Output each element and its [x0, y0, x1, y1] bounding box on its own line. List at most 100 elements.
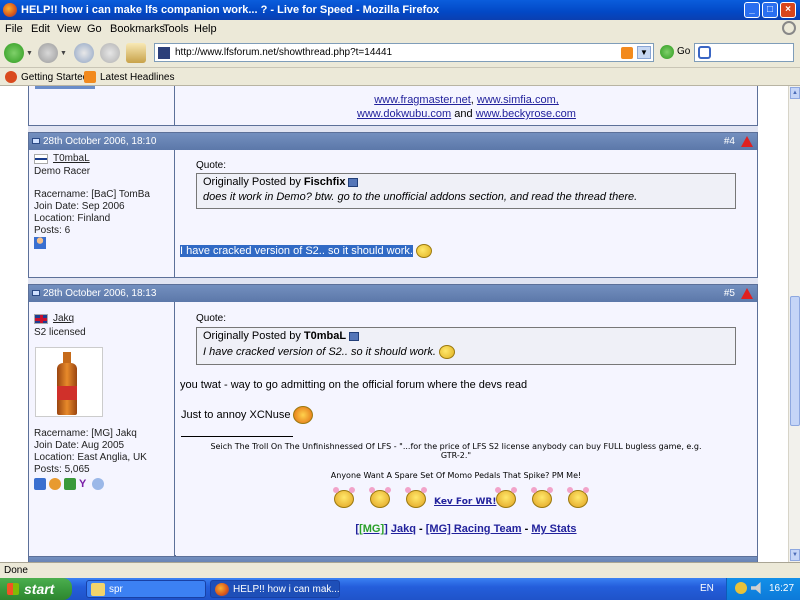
msn-icon[interactable] [92, 478, 104, 490]
menu-go[interactable]: Go [87, 23, 102, 35]
quote-label: Quote: [196, 160, 227, 171]
menu-view[interactable]: View [57, 23, 81, 35]
taskbar-item-spr[interactable]: spr [86, 580, 206, 598]
post-number-link[interactable]: #4 [724, 136, 735, 147]
system-tray: 16:27 [726, 578, 800, 600]
close-button[interactable]: × [780, 2, 796, 18]
menu-bar: File Edit View Go Bookmarks Tools Help [0, 20, 800, 38]
post-body: Quote: Originally Posted by T0mbaL I hav… [176, 302, 757, 556]
post-header: 28th October 2006, 18:13 #5 [29, 285, 757, 302]
link-simfia[interactable]: www.simfia.com, [477, 94, 559, 106]
user-status-icon[interactable] [34, 237, 46, 249]
stop-button[interactable] [100, 43, 120, 63]
icq-icon[interactable] [64, 478, 76, 490]
signature-line3: [[MG]] Jakq - [MG] Racing Team - My Stat… [176, 523, 756, 535]
post-count: Posts: 5,065 [34, 464, 90, 475]
link-dokwubu[interactable]: www.dokwubu.com [357, 108, 451, 120]
rss-feed-icon[interactable] [621, 47, 633, 59]
url-text[interactable]: http://www.lfsforum.net/showthread.php?t… [175, 47, 392, 58]
taskbar-item-label: HELP!! how i can mak... [233, 584, 340, 595]
tray-app-icon[interactable] [735, 582, 747, 594]
firefox-icon [3, 3, 17, 17]
menu-tools[interactable]: Tools [163, 23, 189, 35]
user-icons [35, 86, 95, 89]
online-status-icon[interactable] [49, 478, 61, 490]
user-rank: S2 licensed [34, 327, 86, 338]
home-button[interactable] [126, 43, 146, 63]
menu-edit[interactable]: Edit [31, 23, 50, 35]
bee-smiley-icon [405, 487, 427, 508]
kev-for-wr-link[interactable]: Kev For WR! [434, 497, 496, 507]
link-beckyrose[interactable]: www.beckyrose.com [476, 108, 576, 120]
join-date: Join Date: Aug 2005 [34, 440, 125, 451]
scroll-up-icon[interactable]: ▲ [790, 87, 800, 99]
reload-button[interactable] [74, 43, 94, 63]
bee-smiley-icon [333, 487, 355, 508]
forward-dropdown-icon[interactable]: ▼ [60, 50, 67, 57]
start-button[interactable]: start [0, 578, 72, 600]
sig-dash-2: - [524, 523, 529, 535]
mg-team-link[interactable]: [[MG]] [355, 523, 387, 535]
google-search-icon[interactable] [698, 46, 711, 59]
avatar-bottle-label [57, 386, 77, 400]
racername: Racername: [BaC] TomBa [34, 189, 150, 200]
signature-line1b: GTR-2." [440, 451, 472, 460]
signature-divider [181, 436, 293, 437]
join-date: Join Date: Sep 2006 [34, 201, 125, 212]
yahoo-icon[interactable]: Y [79, 478, 91, 490]
quote-box: Originally Posted by T0mbaL I have crack… [196, 327, 736, 365]
report-post-icon[interactable] [741, 288, 753, 299]
post-icon [32, 138, 40, 144]
scroll-down-icon[interactable]: ▼ [790, 549, 800, 561]
menu-file[interactable]: File [5, 23, 23, 35]
quote-text: I have cracked version of S2.. so it sho… [203, 345, 436, 358]
site-favicon [158, 47, 170, 59]
uk-flag-icon [34, 314, 48, 324]
quote-text: does it work in Demo? btw. go to the uno… [203, 191, 638, 203]
vertical-scrollbar[interactable]: ▲ ▼ [788, 86, 800, 562]
language-indicator[interactable]: EN [700, 583, 714, 594]
menu-bookmarks[interactable]: Bookmarks [110, 23, 165, 35]
bee-smiley-icon [567, 487, 589, 508]
quote-author: T0mbaL [303, 330, 347, 342]
bee-smiley-icon [369, 487, 391, 508]
jakq-link[interactable]: Jakq [391, 523, 416, 535]
user-avatar [35, 347, 103, 417]
username[interactable]: Jakq [53, 313, 74, 324]
quote-by-prefix: Originally Posted by [203, 176, 301, 188]
firefox-icon [215, 583, 229, 596]
my-stats-link[interactable]: My Stats [531, 523, 576, 535]
minimize-button[interactable]: _ [744, 2, 760, 18]
view-post-icon[interactable] [348, 177, 359, 187]
bookmarks-toolbar: Getting Started Latest Headlines [0, 68, 800, 86]
racing-team-link[interactable]: [MG] Racing Team [426, 523, 522, 535]
profile-icon[interactable] [34, 478, 46, 490]
clock[interactable]: 16:27 [769, 583, 794, 594]
forward-button[interactable] [38, 43, 58, 63]
back-dropdown-icon[interactable]: ▼ [26, 50, 33, 57]
maximize-button[interactable]: □ [762, 2, 778, 18]
bookmark-latest-headlines[interactable]: Latest Headlines [100, 72, 175, 83]
menu-help[interactable]: Help [194, 23, 217, 35]
view-post-icon[interactable] [349, 331, 360, 341]
link-fragmaster[interactable]: www.fragmaster.net [374, 94, 471, 106]
taskbar-item-firefox[interactable]: HELP!! how i can mak... [210, 580, 340, 598]
taskbar-item-label: spr [109, 584, 123, 595]
throbber-icon [782, 21, 796, 35]
bookmark-getting-started[interactable]: Getting Started [21, 72, 88, 83]
url-dropdown-icon[interactable]: ▼ [637, 46, 651, 59]
sig-dash-1: - [419, 523, 423, 535]
back-button[interactable] [4, 43, 24, 63]
racername: Racername: [MG] Jakq [34, 428, 137, 439]
url-bar[interactable]: http://www.lfsforum.net/showthread.php?t… [154, 43, 654, 62]
username[interactable]: T0mbaL [53, 153, 90, 164]
search-input[interactable] [694, 43, 794, 62]
post-message: I have cracked version of S2.. so it sho… [180, 244, 432, 258]
volume-icon[interactable] [751, 582, 761, 594]
post-body: Quote: Originally Posted by Fischfix doe… [176, 150, 757, 277]
post-message-line1: you twat - way to go admitting on the of… [180, 379, 528, 391]
post-number-link[interactable]: #5 [724, 288, 735, 299]
report-post-icon[interactable] [741, 136, 753, 147]
scrollbar-thumb[interactable] [790, 296, 800, 426]
post-date: 28th October 2006, 18:13 [43, 288, 157, 299]
